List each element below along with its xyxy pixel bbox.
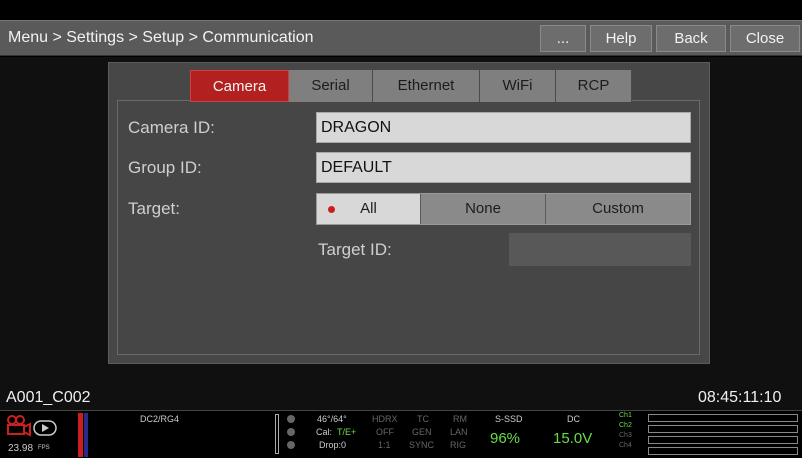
- lan-label: LAN: [450, 427, 468, 437]
- target-all-button[interactable]: All: [317, 194, 421, 224]
- audio-meter-ch1: [648, 414, 798, 422]
- target-label: Target:: [128, 199, 180, 218]
- target-id-label: Target ID:: [318, 240, 392, 259]
- audio-meter-ch4: [648, 447, 798, 455]
- shutter-angle: 46°/64°: [317, 414, 347, 424]
- help-button[interactable]: Help: [590, 25, 652, 52]
- menu-header: Menu > Settings > Setup > Communication …: [0, 20, 802, 56]
- top-black-strip: [0, 0, 802, 7]
- play-icon[interactable]: [33, 420, 57, 436]
- tab-wifi[interactable]: WiFi: [480, 70, 556, 102]
- breadcrumb[interactable]: Menu > Settings > Setup > Communication: [8, 29, 314, 47]
- timecode: 08:45:11:10: [698, 389, 782, 406]
- target-selector: All None Custom: [316, 193, 691, 225]
- fps-value: 23.98: [8, 443, 34, 454]
- gen-label: GEN: [412, 427, 432, 437]
- target-id-field[interactable]: [509, 233, 691, 266]
- clip-name: A001_C002: [6, 389, 91, 406]
- calibration-label: Cal:: [316, 427, 333, 437]
- channel-2: Ch2: [619, 422, 632, 429]
- media-label: S-SSD: [495, 414, 523, 424]
- tab-rcp[interactable]: RCP: [556, 70, 632, 102]
- tc-label: TC: [417, 414, 429, 424]
- more-button[interactable]: ...: [540, 25, 586, 52]
- tab-serial[interactable]: Serial: [289, 70, 373, 102]
- indicator-dot-2: [287, 428, 295, 436]
- camera-id-label: Camera ID:: [128, 118, 215, 137]
- audio-meter-ch2: [648, 425, 798, 433]
- codec-label: DC2/RG4: [140, 414, 180, 424]
- tab-camera[interactable]: Camera: [190, 70, 289, 102]
- back-button[interactable]: Back: [656, 25, 726, 52]
- channel-1: Ch1: [619, 412, 632, 419]
- close-button[interactable]: Close: [730, 25, 800, 52]
- media-value: 96%: [490, 430, 521, 447]
- audio-meter-ch3: [648, 436, 798, 444]
- indicator-dot-3: [287, 441, 295, 449]
- calibration-value: T/E+: [337, 427, 357, 437]
- audio-meter-frame: [275, 414, 279, 454]
- tab-ethernet[interactable]: Ethernet: [373, 70, 480, 102]
- record-level-bar: [78, 413, 83, 457]
- record-level-bar-2: [84, 413, 88, 457]
- group-id-field[interactable]: DEFAULT: [316, 152, 691, 183]
- rig-label: RIG: [450, 440, 467, 450]
- target-all-label: All: [360, 200, 377, 217]
- target-custom-button[interactable]: Custom: [546, 194, 690, 224]
- fps-unit: FPS: [38, 445, 50, 451]
- hdrx-value: OFF: [376, 427, 394, 437]
- sync-label: SYNC: [409, 440, 435, 450]
- ratio-value: 1:1: [378, 440, 391, 450]
- hdrx-label: HDRX: [372, 414, 398, 424]
- drop-frame: Drop:0: [319, 440, 347, 450]
- indicator-dot-1: [287, 415, 295, 423]
- channel-4: Ch4: [619, 442, 632, 449]
- power-value: 15.0V: [553, 430, 593, 447]
- selected-dot-icon: [328, 206, 335, 213]
- tab-bar: Camera Serial Ethernet WiFi RCP: [190, 70, 632, 102]
- group-id-label: Group ID:: [128, 158, 202, 177]
- power-label: DC: [567, 414, 580, 424]
- camera-id-field[interactable]: DRAGON: [316, 112, 691, 143]
- rm-label: RM: [453, 414, 467, 424]
- channel-3: Ch3: [619, 432, 632, 439]
- status-bar: 23.98 FPS DC2/RG4 46°/64° Cal: T/E+ Drop…: [0, 410, 802, 458]
- target-none-button[interactable]: None: [421, 194, 546, 224]
